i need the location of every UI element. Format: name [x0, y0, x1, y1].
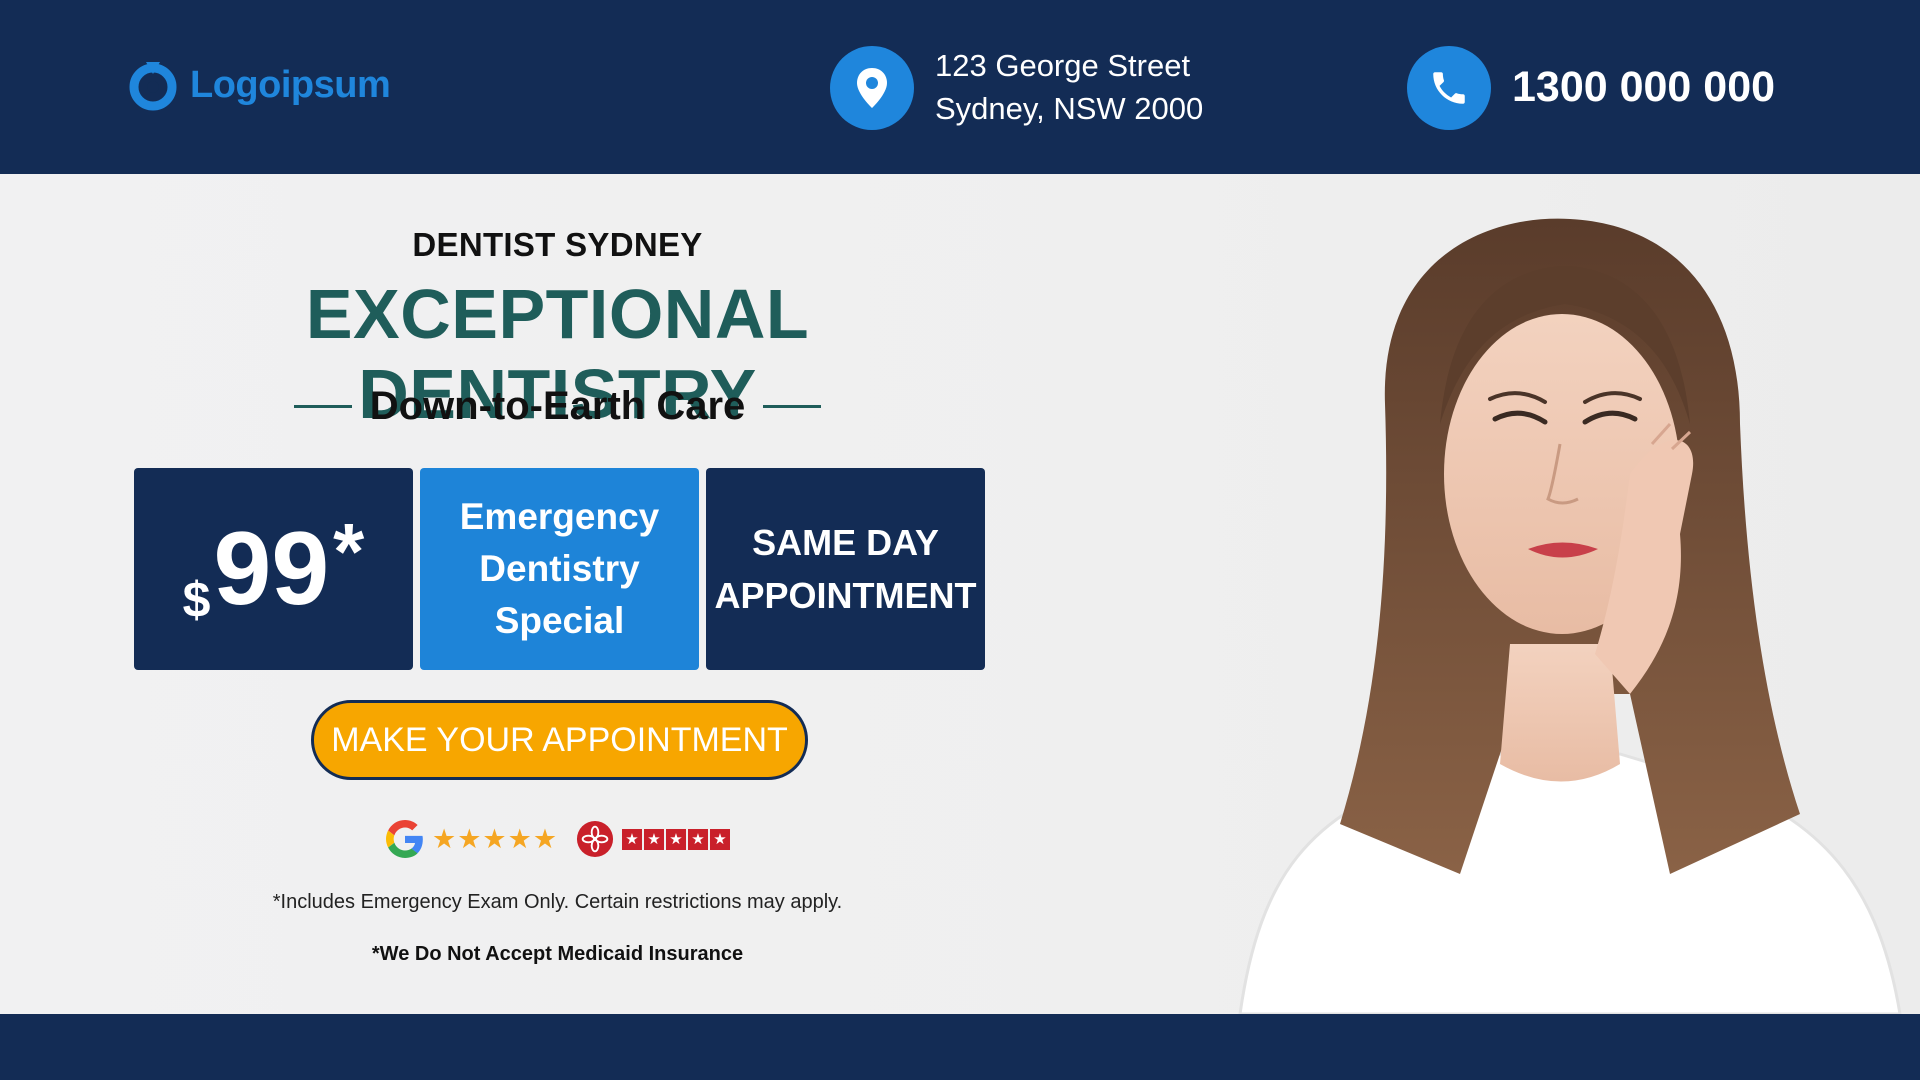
ratings-row: ★★★★★ ★ ★ ★ ★ ★: [386, 820, 731, 858]
address-line-1: 123 George Street: [935, 48, 1191, 83]
price-box: $ 99 *: [134, 468, 413, 670]
special-line-2: Dentistry: [479, 548, 640, 589]
make-appointment-button[interactable]: MAKE YOUR APPOINTMENT: [311, 700, 808, 780]
yelp-star: ★: [644, 828, 665, 850]
yelp-star: ★: [666, 828, 687, 850]
same-day-line-1: SAME DAY: [752, 522, 939, 563]
price-currency: $: [182, 572, 211, 628]
yelp-star: ★: [710, 828, 731, 850]
tagline-divider-right: [763, 405, 822, 408]
yelp-stars: ★ ★ ★ ★ ★: [622, 828, 731, 850]
disclaimer-medicaid: *We Do Not Accept Medicaid Insurance: [371, 943, 744, 965]
location-pin-icon: [830, 46, 914, 130]
special-line-3: Special: [494, 600, 625, 641]
address-line-2: Sydney, NSW 2000: [935, 91, 1204, 126]
phone-icon[interactable]: [1407, 46, 1491, 130]
hero-section: DENTIST SYDNEY EXCEPTIONAL DENTISTRY Dow…: [0, 174, 1920, 1014]
price-amount: 99: [213, 511, 330, 627]
logo-link[interactable]: Logoipsum: [126, 58, 391, 112]
address: 123 George Street Sydney, NSW 2000: [935, 44, 1203, 130]
logo-ring-icon: [129, 62, 177, 111]
emergency-special-box: Emergency Dentistry Special: [420, 468, 699, 670]
tagline-row: Down-to-Earth Care: [130, 384, 985, 429]
eyebrow-text: DENTIST SYDNEY: [412, 226, 703, 263]
offer-boxes: $ 99 * Emergency Dentistry Special SAME …: [134, 468, 985, 670]
same-day-line-2: APPOINTMENT: [714, 575, 977, 616]
special-line-1: Emergency: [459, 496, 660, 537]
tagline: Down-to-Earth Care: [369, 384, 746, 428]
site-header: Logoipsum 123 George Street Sydney, NSW …: [0, 0, 1920, 174]
google-icon: [386, 820, 423, 858]
yelp-star: ★: [688, 828, 709, 850]
phone-number-link[interactable]: 1300 000 000: [1512, 60, 1775, 114]
logo-text: Logoipsum: [190, 63, 391, 106]
google-stars: ★★★★★: [432, 823, 559, 854]
yelp-icon: [576, 820, 614, 858]
yelp-star: ★: [622, 828, 643, 850]
price-asterisk: *: [333, 507, 365, 596]
woman-toothache-photo: [1238, 218, 1902, 1014]
same-day-box: SAME DAY APPOINTMENT: [706, 468, 985, 670]
tagline-divider-left: [293, 405, 352, 408]
footer-bar: [0, 1014, 1920, 1080]
disclaimer-exam: *Includes Emergency Exam Only. Certain r…: [272, 891, 843, 913]
